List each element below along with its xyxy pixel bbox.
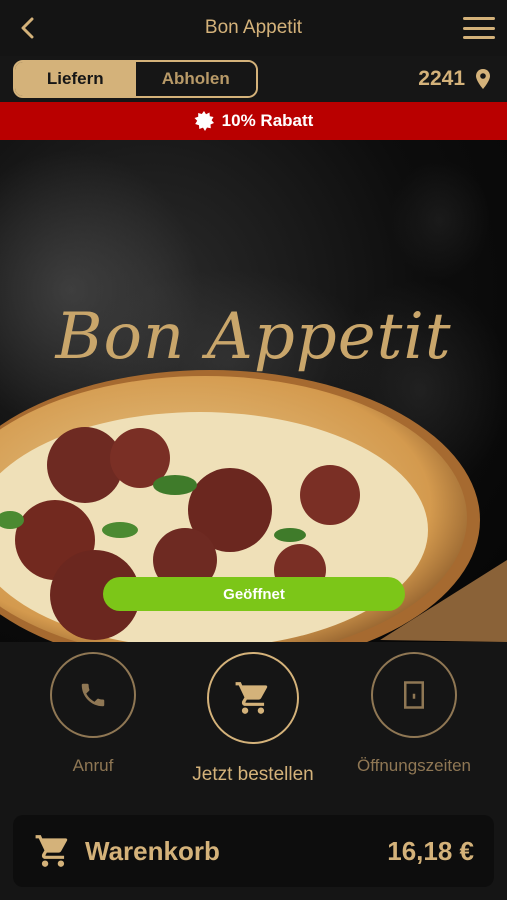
pizza-illustration xyxy=(0,150,507,642)
pickup-tab[interactable]: Abholen xyxy=(135,62,256,96)
badge-icon xyxy=(194,111,214,131)
call-action[interactable]: Anruf xyxy=(23,652,163,776)
door-icon xyxy=(404,681,424,709)
opening-hours-button[interactable] xyxy=(371,652,457,738)
menu-button[interactable] xyxy=(461,14,497,42)
back-button[interactable] xyxy=(14,14,42,42)
cart-total: 16,18 € xyxy=(387,835,474,866)
cart-icon xyxy=(33,831,73,871)
order-label: Jetzt bestellen xyxy=(192,764,314,785)
cart-icon xyxy=(235,682,268,714)
order-now-button[interactable] xyxy=(207,652,299,744)
chevron-left-icon xyxy=(21,17,34,39)
quick-actions: Anruf Jetzt bestellen Öffnungszeiten xyxy=(0,642,507,814)
order-action[interactable]: Jetzt bestellen xyxy=(183,652,323,786)
open-status-badge: Geöffnet xyxy=(103,577,405,611)
discount-label: 10% Rabatt xyxy=(221,111,314,130)
opening-hours-action[interactable]: Öffnungszeiten xyxy=(344,652,484,776)
delivery-mode-toggle: Liefern Abholen xyxy=(13,60,258,98)
call-label: Anruf xyxy=(72,756,114,775)
postal-code: 2241 xyxy=(418,67,465,90)
hero-banner: Bon Appetit Geöffnet xyxy=(0,140,507,642)
page-title: Bon Appetit xyxy=(204,17,303,38)
cart-bar[interactable]: Warenkorb 16,18 € xyxy=(13,815,494,887)
location-selector[interactable]: 2241 xyxy=(418,60,491,98)
phone-icon xyxy=(81,683,105,707)
hamburger-menu-icon xyxy=(463,17,495,20)
brand-logo: Bon Appetit xyxy=(55,300,452,374)
app-screen: Bon Appetit Liefern Abholen 2241 10% Rab… xyxy=(0,0,507,900)
order-mode-bar: Liefern Abholen 2241 xyxy=(0,56,507,102)
call-button[interactable] xyxy=(50,652,136,738)
deliver-tab[interactable]: Liefern xyxy=(15,62,136,96)
cart-label: Warenkorb xyxy=(85,835,220,866)
discount-banner[interactable]: 10% Rabatt xyxy=(0,102,507,140)
top-bar: Bon Appetit xyxy=(0,0,507,56)
map-pin-icon xyxy=(476,69,490,89)
opening-hours-label: Öffnungszeiten xyxy=(356,756,472,775)
